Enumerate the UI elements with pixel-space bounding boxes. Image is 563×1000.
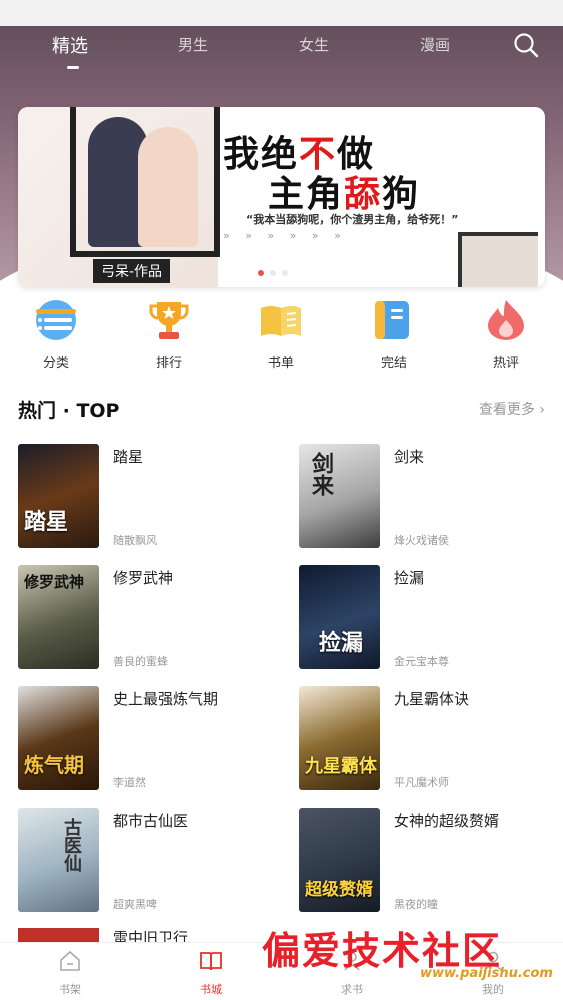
banner-quote: “我本当舔狗呢，你个渣男主角，给爷死！” <box>246 213 459 226</box>
book-title: 九星霸体诀 <box>394 690 470 708</box>
category-label: 分类 <box>42 356 69 371</box>
tab-featured[interactable]: 精选 <box>52 32 88 58</box>
book-item[interactable]: 剑来 剑来 烽火戏诸侯 <box>299 444 549 548</box>
book-author: 烽火戏诸侯 <box>394 534 449 547</box>
tab-male[interactable]: 男生 <box>178 34 208 55</box>
category-item-hot-reviews[interactable]: 热评 <box>471 298 541 371</box>
status-bar <box>0 0 563 26</box>
nav-label: 求书 <box>341 983 363 996</box>
nav-label: 我的 <box>482 983 504 996</box>
book-title: 修罗武神 <box>113 569 174 587</box>
book-title: 剑来 <box>394 448 425 466</box>
banner-dot[interactable] <box>258 270 264 276</box>
book-item[interactable]: 炼气期 史上最强炼气期 李道然 <box>18 686 268 790</box>
book-item[interactable]: 古医仙 都市古仙医 超爽黑啤 <box>18 808 268 912</box>
nav-bookshelf[interactable]: 书架 <box>40 949 100 997</box>
flame-icon <box>488 300 524 340</box>
book-author: 随散飘风 <box>113 534 157 547</box>
tab-comics[interactable]: 漫画 <box>420 34 450 55</box>
book-cover: 炼气期 <box>18 686 99 790</box>
channel-tabs: 精选 男生 女生 漫画 <box>0 30 563 70</box>
book-author: 黑夜的瞳 <box>394 898 438 911</box>
book-title: 雷中旧卫行 <box>113 929 189 942</box>
book-author: 李道然 <box>113 776 146 789</box>
book-author: 善良的蜜蜂 <box>113 655 168 668</box>
book-cover: 修罗武神 <box>18 565 99 669</box>
banner-frame <box>70 107 220 257</box>
nav-label: 书架 <box>59 983 81 996</box>
category-item-completed[interactable]: 完结 <box>359 298 429 371</box>
book-title: 女神的超级赘婿 <box>394 812 500 830</box>
category-label: 排行 <box>155 356 182 371</box>
category-item-ranking[interactable]: 排行 <box>134 298 204 371</box>
bookmark-icon <box>375 301 409 339</box>
category-icon <box>36 300 76 340</box>
book-item-partial[interactable]: 雷中旧卫行 <box>18 928 268 942</box>
bookshelf-icon <box>60 950 80 971</box>
nav-bookstore[interactable]: 书城 <box>181 949 241 997</box>
book-author: 金元宝本尊 <box>394 655 449 668</box>
category-label: 完结 <box>380 356 407 371</box>
banner-author-tag: 弓呆-作品 <box>93 259 171 283</box>
book-cover: 九星霸体 <box>299 686 380 790</box>
banner-dot[interactable] <box>282 270 288 276</box>
tab-indicator <box>67 66 79 69</box>
category-label: 热评 <box>492 356 519 371</box>
banner-title-line2: 主角舔狗 <box>268 173 421 215</box>
book-cover: 剑来 <box>299 444 380 548</box>
search-icon[interactable] <box>513 32 539 58</box>
book-cover: 捡漏 <box>299 565 380 669</box>
banner-dot[interactable] <box>270 270 276 276</box>
category-item-booklist[interactable]: 书单 <box>246 298 316 371</box>
book-item[interactable]: 捡漏 捡漏 金元宝本尊 <box>299 565 549 669</box>
book-item[interactable]: 踏星 踏星 随散飘风 <box>18 444 268 548</box>
view-more-link[interactable]: 查看更多 › <box>479 399 545 419</box>
book-item[interactable]: 修罗武神 修罗武神 善良的蜜蜂 <box>18 565 268 669</box>
banner-arrows: » » » » » » <box>223 229 347 242</box>
book-cover: 古医仙 <box>18 808 99 912</box>
category-bar: 分类 排行 书单 完结 热评 <box>0 298 563 373</box>
promo-banner[interactable]: 弓呆-作品 我绝不做 主角舔狗 “我本当舔狗呢，你个渣男主角，给爷死！” » »… <box>18 107 545 287</box>
tab-female[interactable]: 女生 <box>299 34 329 55</box>
book-title: 都市古仙医 <box>113 812 189 830</box>
book-cover: 超级赘婿 <box>299 808 380 912</box>
nav-label: 书城 <box>200 983 222 996</box>
watermark-url: www.paijishu.com <box>420 966 553 981</box>
category-label: 书单 <box>267 356 294 371</box>
book-item[interactable]: 超级赘婿 女神的超级赘婿 黑夜的瞳 <box>299 808 549 912</box>
section-title: 热门 · TOP <box>18 400 120 422</box>
banner-pagination <box>258 270 288 276</box>
book-author: 平凡魔术师 <box>394 776 449 789</box>
book-title: 捡漏 <box>394 569 425 587</box>
book-title: 踏星 <box>113 448 144 466</box>
trophy-icon <box>149 302 189 339</box>
book-title: 史上最强炼气期 <box>113 690 219 708</box>
book-open-icon <box>261 306 301 336</box>
book-store-icon <box>200 952 222 971</box>
book-item[interactable]: 九星霸体 九星霸体诀 平凡魔术师 <box>299 686 549 790</box>
banner-illustration-right <box>458 232 538 287</box>
book-cover: 踏星 <box>18 444 99 548</box>
category-item-classify[interactable]: 分类 <box>21 298 91 371</box>
book-author: 超爽黑啤 <box>113 898 157 911</box>
